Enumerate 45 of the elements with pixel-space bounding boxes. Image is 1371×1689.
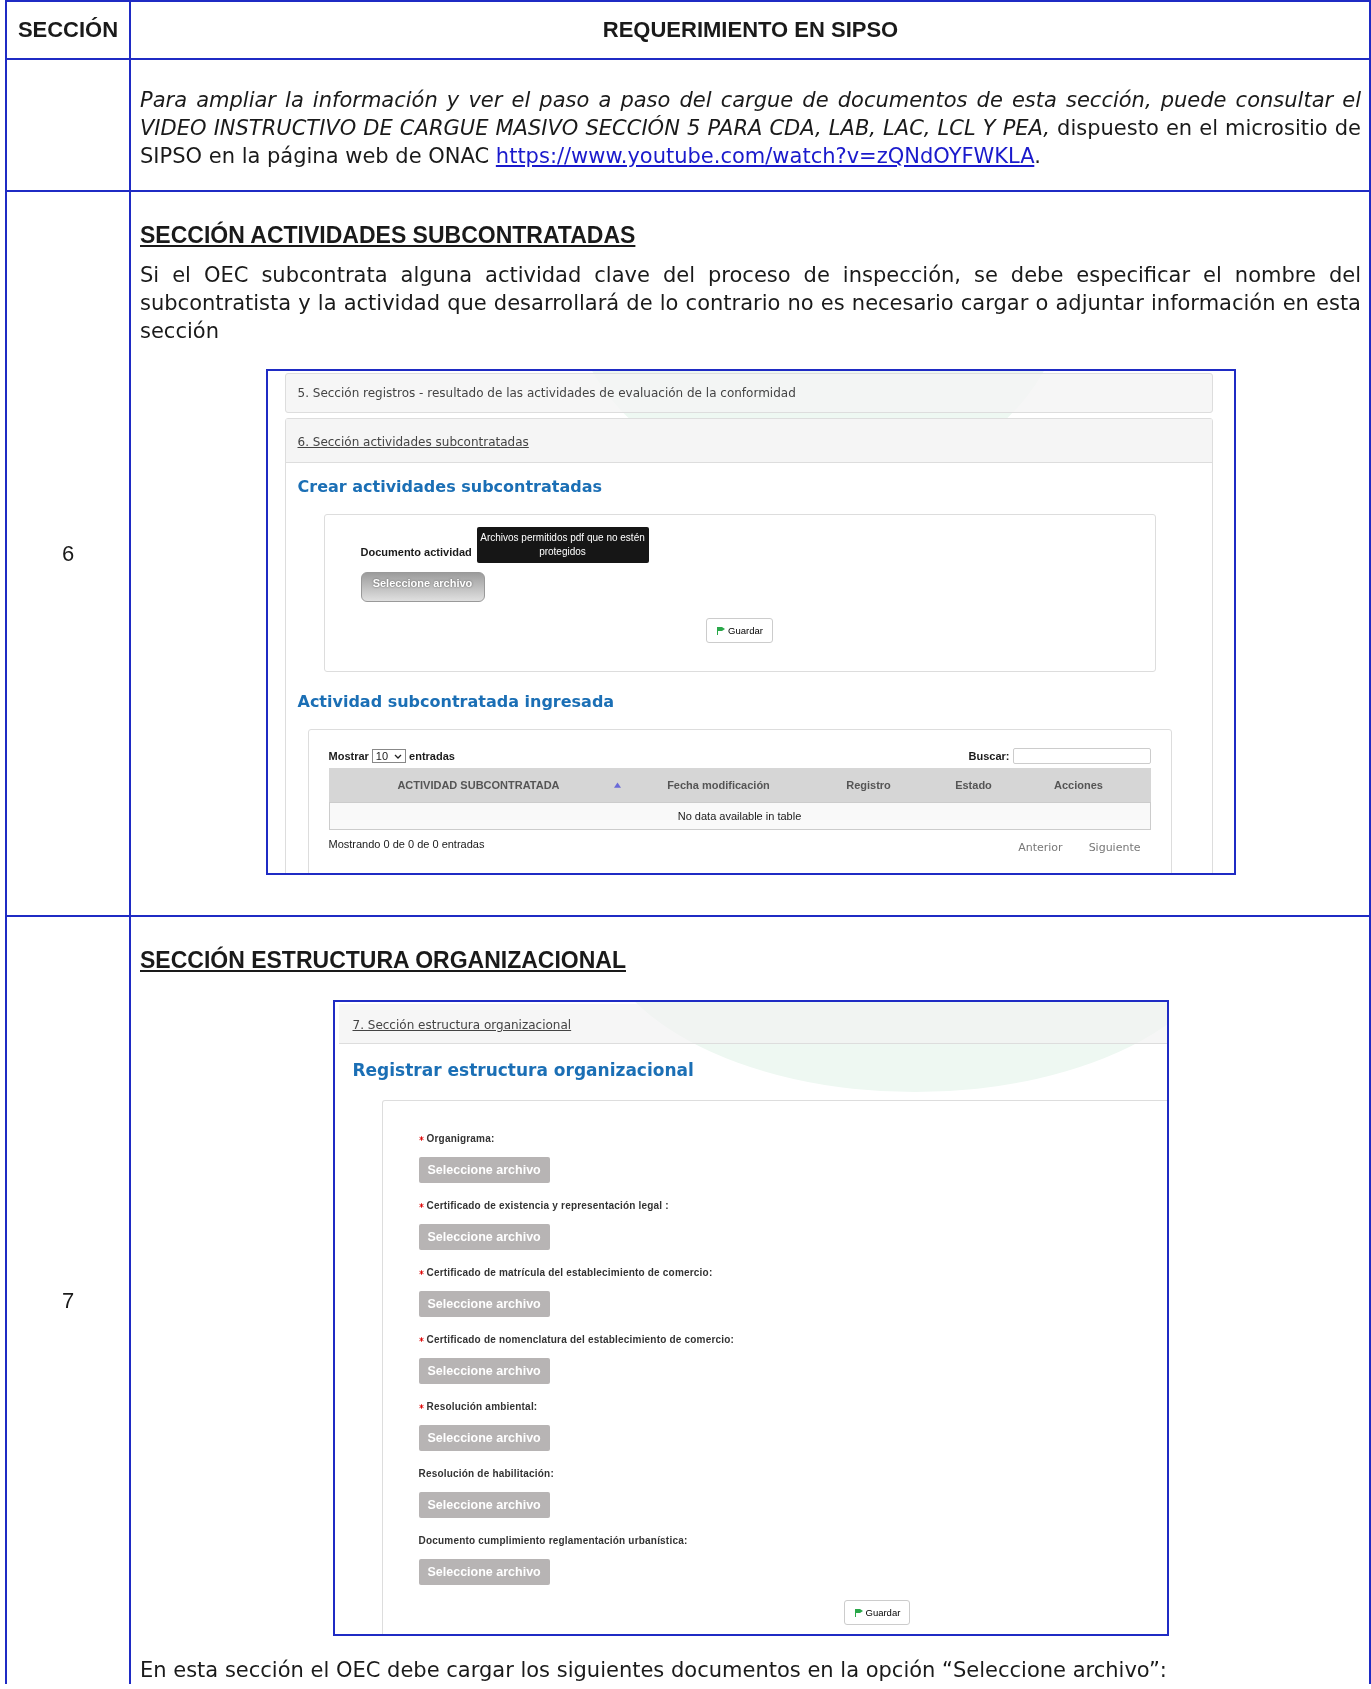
description-paragraph: Si el OEC subcontrata alguna actividad clave del proceso de inspección, se debe especificar el nombre del subcontratista y la actividad que desarrollará de lo contrario no es necesario cargar o adjuntar información en esta sección (140, 262, 1361, 345)
pager-link[interactable]: Siguiente (1088, 841, 1141, 854)
flag-icon (853, 1607, 864, 1618)
save-button[interactable]: Guardar (843, 1600, 911, 1625)
caret-icon (394, 753, 403, 759)
panel-header[interactable]: 7. Sección estructura organizacional (338, 1004, 1167, 1044)
sort-icon[interactable] (613, 782, 621, 788)
search-field[interactable] (1012, 748, 1151, 764)
field-label: Certificado de matrícula del establecimiento de comercio: (426, 1267, 713, 1278)
field-label: Organigrama: (426, 1133, 495, 1144)
column-header[interactable]: Fecha modificación (667, 779, 770, 791)
pager-link[interactable]: Anterior (1018, 841, 1063, 854)
save-button[interactable]: Guardar (706, 618, 773, 643)
field-label: Documento cumplimiento reglamentación urbanística: (418, 1535, 688, 1546)
form-title: Registrar estructura organizacional (352, 1060, 695, 1080)
column-header: SECCIÓN (17, 17, 119, 43)
empty-row: No data available in table (328, 802, 1151, 830)
section-heading: SECCIÓN ESTRUCTURA ORGANIZACIONAL (140, 947, 627, 974)
field-label: Documento actividad (360, 546, 472, 558)
field-label: Resolución de habilitación: (418, 1468, 554, 1479)
section-number: 7 (61, 1287, 75, 1314)
form-title: Crear actividades subcontratadas (297, 477, 603, 496)
entries-label: entradas (409, 750, 455, 762)
field-label: Certificado de existencia y representación legal : (426, 1200, 669, 1211)
panel-header[interactable]: 6. Sección actividades subcontratadas (285, 419, 1212, 463)
column-header[interactable]: Estado (955, 779, 992, 791)
search-label: Buscar: (968, 750, 1010, 762)
field-label: Resolución ambiental: (426, 1401, 538, 1412)
column-header[interactable]: Acciones (1054, 779, 1103, 791)
field-label: Certificado de nomenclatura del establecimiento de comercio: (426, 1334, 735, 1345)
section-number: 6 (61, 540, 75, 567)
instruction-paragraph: Para ampliar la información y ver el paso a paso del cargue de documentos de esta sección, puede consultar el VIDEO INSTRUCTIVO DE CARGUE MASIVO SECCIÓN 5 PARA CDA, LAB, LAC, LCL Y PEA, dispuesto en el micrositio de SIPSO en la página web de ONAC https://www.youtube.com/watch?v=zQNdOYFWKLA. (140, 87, 1361, 170)
table-title: Actividad subcontratada ingresada (297, 692, 616, 711)
flag-icon (716, 625, 727, 636)
section-heading: SECCIÓN ACTIVIDADES SUBCONTRATADAS (140, 222, 637, 249)
tooltip: Archivos permitidos pdf que no estén protegidos (476, 527, 649, 563)
table-info: Mostrando 0 de 0 de 0 entradas (328, 838, 485, 852)
page-size-select[interactable]: 10 (371, 749, 407, 763)
column-header[interactable]: ACTIVIDAD SUBCONTRATADA (397, 779, 560, 791)
description-paragraph: En esta sección el OEC debe cargar los siguientes documentos en la opción “Seleccione archivo”: (140, 1657, 1168, 1684)
show-label: Mostrar (328, 750, 369, 762)
column-header[interactable]: Registro (846, 779, 891, 791)
column-header: REQUERIMIENTO EN SIPSO (602, 17, 899, 43)
video-link[interactable]: https://www.youtube.com/watch?v=zQNdOYFWKLA (495, 144, 1035, 168)
collapsed-panel[interactable]: 5. Sección registros - resultado de las actividades de evaluación de la conformidad (284, 373, 1213, 413)
